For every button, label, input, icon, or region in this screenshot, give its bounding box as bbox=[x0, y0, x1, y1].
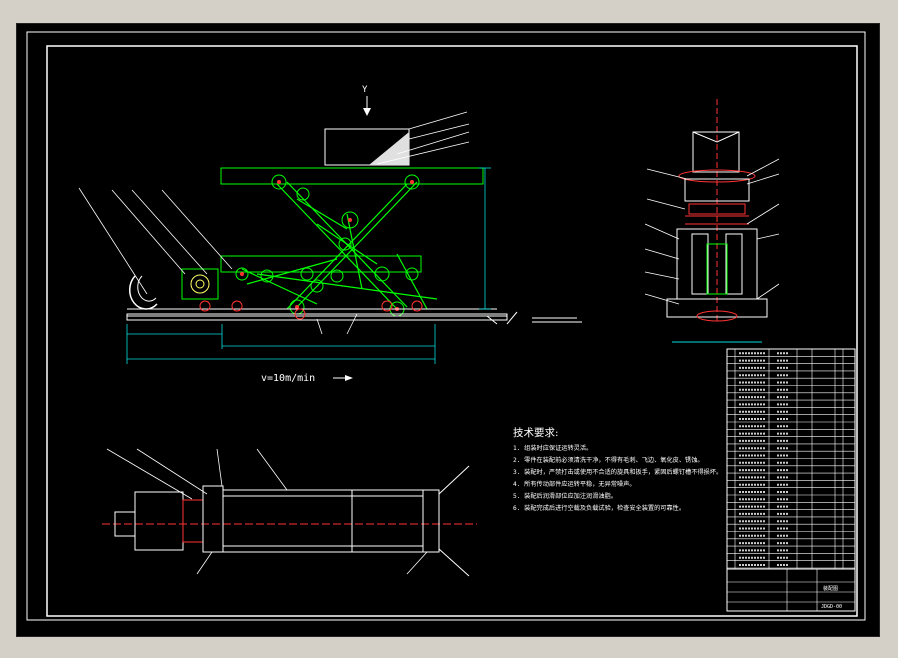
drawing-name: 装配图 bbox=[823, 585, 838, 592]
load-hatch bbox=[369, 132, 409, 165]
drawing-number: JDGD-00 bbox=[821, 604, 842, 610]
technical-requirements: 技术要求: 1. 组装时应保证运转灵活。 2. 零件在装配前必须清洗干净，不得有… bbox=[513, 426, 722, 512]
tech-req-line-6: 6. 装配完成后进行空载及负载试验，检查安全装置的可靠性。 bbox=[513, 504, 685, 512]
view-arrow-head bbox=[363, 108, 371, 116]
drawing-svg: Y v=10m/min 技术要求: 1. 组装时应保证运转灵活。 2. 零件在装… bbox=[26, 31, 866, 621]
side-view: Y v=10m/min bbox=[78, 85, 582, 384]
tech-req-line-5: 5. 装配后润滑部位应加注润滑油脂。 bbox=[513, 492, 617, 500]
tech-req-line-1: 1. 组装时应保证运转灵活。 bbox=[513, 444, 592, 452]
tech-req-line-4: 4. 所有传动部件应运转平稳，无异常噪声。 bbox=[513, 480, 636, 488]
tech-req-line-3: 3. 装配时，严禁打击或使用不合适的旋具和扳手，紧固后螺钉槽不得损坏。 bbox=[513, 468, 722, 476]
view-label-y: Y bbox=[362, 85, 368, 95]
tech-req-title: 技术要求: bbox=[513, 426, 559, 439]
plan-frame bbox=[222, 489, 424, 553]
drive-motor bbox=[181, 268, 219, 300]
cad-viewport: Y v=10m/min 技术要求: 1. 组装时应保证运转灵活。 2. 零件在装… bbox=[0, 0, 898, 658]
speed-label: v=10m/min bbox=[261, 373, 315, 384]
title-block: 装配图 JDGD-00 bbox=[726, 568, 856, 612]
parts-list-text-marks bbox=[739, 352, 789, 566]
pivot-joints bbox=[235, 174, 420, 317]
end-view bbox=[644, 99, 780, 343]
plan-leaders bbox=[106, 448, 428, 575]
dimension-lines bbox=[126, 167, 491, 364]
tech-req-line-2: 2. 零件在装配前必须清洗干净，不得有毛刺、飞边、氧化皮、锈蚀。 bbox=[513, 456, 704, 464]
plan-motor bbox=[134, 491, 184, 551]
drawing-canvas[interactable]: Y v=10m/min 技术要求: 1. 组装时应保证运转灵活。 2. 零件在装… bbox=[16, 23, 880, 637]
parts-list bbox=[726, 348, 856, 612]
red-details bbox=[240, 180, 414, 311]
cable-hook bbox=[129, 275, 158, 310]
leader-lines bbox=[78, 111, 470, 335]
upper-platform bbox=[220, 167, 484, 185]
plan-view bbox=[102, 448, 477, 577]
end-leaders bbox=[644, 158, 780, 305]
parts-list-frame bbox=[726, 348, 856, 612]
motor-flange bbox=[190, 274, 210, 294]
